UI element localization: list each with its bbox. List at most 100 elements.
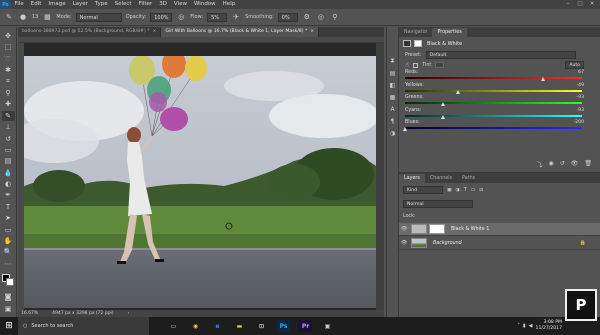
visibility-eye-icon[interactable]: 👁 <box>399 226 409 232</box>
channel-slider[interactable]: Blues: -200 <box>399 120 600 133</box>
slider-thumb[interactable] <box>441 102 446 106</box>
zoom-tool-icon[interactable]: 🔍 <box>2 247 15 257</box>
tab-navigator[interactable]: Navigator <box>399 28 432 37</box>
marquee-tool-icon[interactable]: ⬚ <box>2 42 15 52</box>
layer-name[interactable]: Background <box>433 241 462 246</box>
tab-paths[interactable]: Paths <box>457 174 480 183</box>
menu-layer[interactable]: Layer <box>69 0 91 9</box>
clock[interactable]: 3:08 PM 11/27/2017 <box>536 320 562 332</box>
menu-file[interactable]: File <box>11 0 27 9</box>
targeted-adjustment-icon[interactable]: ☝ <box>405 61 409 69</box>
character-panel-icon[interactable]: A <box>390 106 394 113</box>
screen-mode-icon[interactable]: ▣ <box>2 304 15 314</box>
slider-track[interactable] <box>405 127 582 129</box>
tint-color-swatch[interactable] <box>435 62 445 68</box>
reset-icon[interactable]: ↺ <box>560 160 565 170</box>
brush-preset-icon[interactable]: ● <box>18 12 28 22</box>
close-tab-icon[interactable]: × <box>310 27 314 37</box>
filter-kind-dropdown[interactable]: Kind <box>403 186 443 194</box>
slider-value-field[interactable]: -49 <box>576 83 584 88</box>
photoshop-taskbar-icon[interactable]: Ps <box>277 320 290 332</box>
layer-row[interactable]: 👁 Black & White 1 <box>399 223 600 236</box>
hand-tool-icon[interactable]: ✋ <box>2 236 15 246</box>
preset-dropdown[interactable]: Default <box>425 51 576 59</box>
pen-tool-icon[interactable]: ✒ <box>2 190 15 200</box>
menu-window[interactable]: Window <box>190 0 219 9</box>
dodge-tool-icon[interactable]: ◐ <box>2 179 15 189</box>
app-taskbar-icon[interactable]: ▣ <box>321 320 334 332</box>
filter-pixel-icon[interactable]: ▣ <box>447 188 452 193</box>
slider-track[interactable] <box>405 77 582 79</box>
delete-adjustment-icon[interactable]: 🗑 <box>584 160 592 170</box>
libraries-panel-icon[interactable]: ▤ <box>390 70 396 77</box>
gradient-tool-icon[interactable]: ▤ <box>2 156 15 166</box>
close-tab-icon[interactable]: × <box>153 27 157 37</box>
slider-value-field[interactable]: -93 <box>576 108 584 113</box>
photoshop-logo-icon[interactable]: Ps <box>0 0 11 9</box>
menu-select[interactable]: Select <box>111 0 135 9</box>
blend-mode-dropdown[interactable]: Normal <box>403 200 473 208</box>
taskbar-search-box[interactable]: ○ Search to search <box>18 317 149 335</box>
eyedropper-tool-icon[interactable]: ⚲ <box>2 88 15 98</box>
move-tool-icon[interactable]: ✥ <box>2 31 15 41</box>
brush-tool-preset-icon[interactable]: ✎ <box>4 12 14 22</box>
filter-type-icon[interactable]: T <box>464 188 467 193</box>
type-tool-icon[interactable]: T <box>2 202 15 212</box>
tab-balloons-psd[interactable]: balloons-388973.psd @ 52.5% (Background,… <box>18 27 162 37</box>
path-selection-tool-icon[interactable]: ➤ <box>2 213 15 223</box>
tint-checkbox[interactable] <box>413 62 419 68</box>
channel-slider[interactable]: Reds: 67 <box>399 70 600 83</box>
color-panel-icon[interactable]: ◧ <box>390 82 396 89</box>
tab-girl-with-balloons[interactable]: Girl With Balloons @ 16.7% (Black & Whit… <box>161 27 320 37</box>
background-color-swatch[interactable] <box>6 278 14 287</box>
airbrush-icon[interactable]: ✈ <box>231 12 241 22</box>
more-tools-icon[interactable]: ⋯ <box>2 259 15 269</box>
slider-track[interactable] <box>405 102 582 104</box>
flow-field[interactable]: 5% <box>207 12 228 22</box>
edge-icon[interactable]: e <box>211 320 224 332</box>
filter-shape-icon[interactable]: ▭ <box>471 188 476 193</box>
slider-thumb[interactable] <box>441 114 446 119</box>
menu-view[interactable]: View <box>170 0 190 9</box>
filter-adjustment-icon[interactable]: ◑ <box>456 188 460 193</box>
shape-tool-icon[interactable]: ▭ <box>2 225 15 235</box>
network-icon[interactable]: ▮ <box>523 323 526 329</box>
brush-size-value[interactable]: 13 <box>32 14 38 20</box>
smoothing-field[interactable]: 0% <box>277 12 298 22</box>
opacity-field[interactable]: 100% <box>150 12 173 22</box>
minimize-icon[interactable]: – <box>562 0 574 9</box>
zoom-level[interactable]: 16.67% <box>21 311 38 316</box>
slider-thumb[interactable] <box>455 89 460 94</box>
quick-select-tool-icon[interactable]: ✱ <box>2 65 15 75</box>
clone-stamp-tool-icon[interactable]: ⊥ <box>2 122 15 132</box>
layer-thumbnail[interactable] <box>411 238 427 248</box>
layer-row[interactable]: 👁 Background 🔒 <box>399 237 600 250</box>
document-canvas[interactable] <box>24 43 376 312</box>
windows-start-icon[interactable]: ⊞ <box>0 317 18 335</box>
menu-edit[interactable]: Edit <box>27 0 45 9</box>
view-previous-icon[interactable]: ◉ <box>548 160 553 170</box>
auto-button[interactable]: Auto <box>565 61 584 69</box>
layer-name[interactable]: Black & White 1 <box>451 227 489 232</box>
task-view-icon[interactable]: ▭ <box>167 320 180 332</box>
premiere-taskbar-icon[interactable]: Pr <box>299 320 312 332</box>
healing-brush-tool-icon[interactable]: ✚ <box>2 99 15 109</box>
menu-image[interactable]: Image <box>45 0 69 9</box>
lasso-tool-icon[interactable]: ➰ <box>2 54 15 64</box>
mask-icon[interactable] <box>414 40 422 47</box>
slider-value-field[interactable]: 67 <box>578 70 584 75</box>
slider-thumb[interactable] <box>540 77 545 81</box>
swatches-panel-icon[interactable]: ▦ <box>390 94 396 101</box>
filter-smart-object-icon[interactable]: ⊡ <box>479 188 483 193</box>
channel-slider[interactable]: Yellows: -49 <box>399 83 600 96</box>
close-icon[interactable]: ✕ <box>586 0 598 9</box>
mode-dropdown[interactable]: Normal <box>75 12 122 22</box>
pressure-size-icon[interactable]: ◎ <box>316 12 326 22</box>
channel-slider[interactable]: Cyans: -93 <box>399 108 600 121</box>
menu-help[interactable]: Help <box>219 0 239 9</box>
vertical-scrollbar[interactable] <box>376 43 384 310</box>
visibility-eye-icon[interactable]: 👁 <box>399 240 409 246</box>
chrome-icon[interactable]: ◉ <box>189 320 202 332</box>
tab-layers[interactable]: Layers <box>399 174 425 183</box>
menu-filter[interactable]: Filter <box>135 0 156 9</box>
